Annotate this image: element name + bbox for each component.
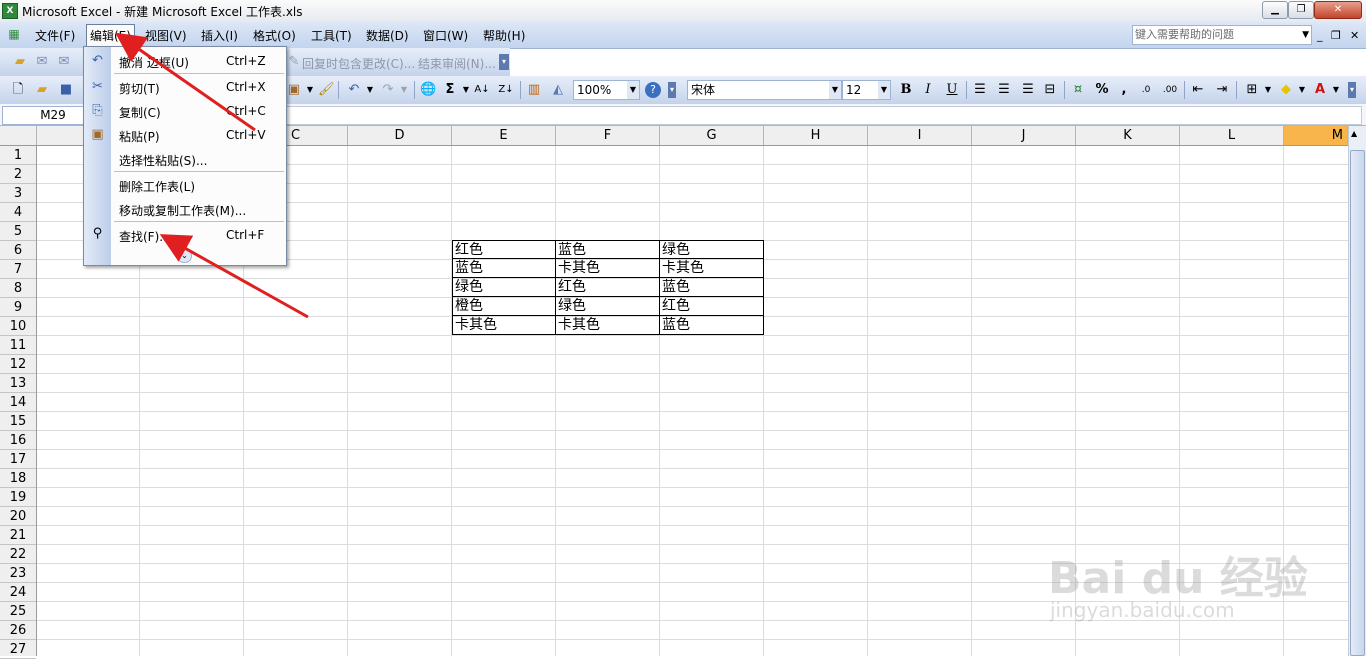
- arrow-to-edit-menu: [115, 32, 256, 132]
- annotation-overlay: [115, 32, 309, 319]
- arrow-to-find: [159, 234, 309, 319]
